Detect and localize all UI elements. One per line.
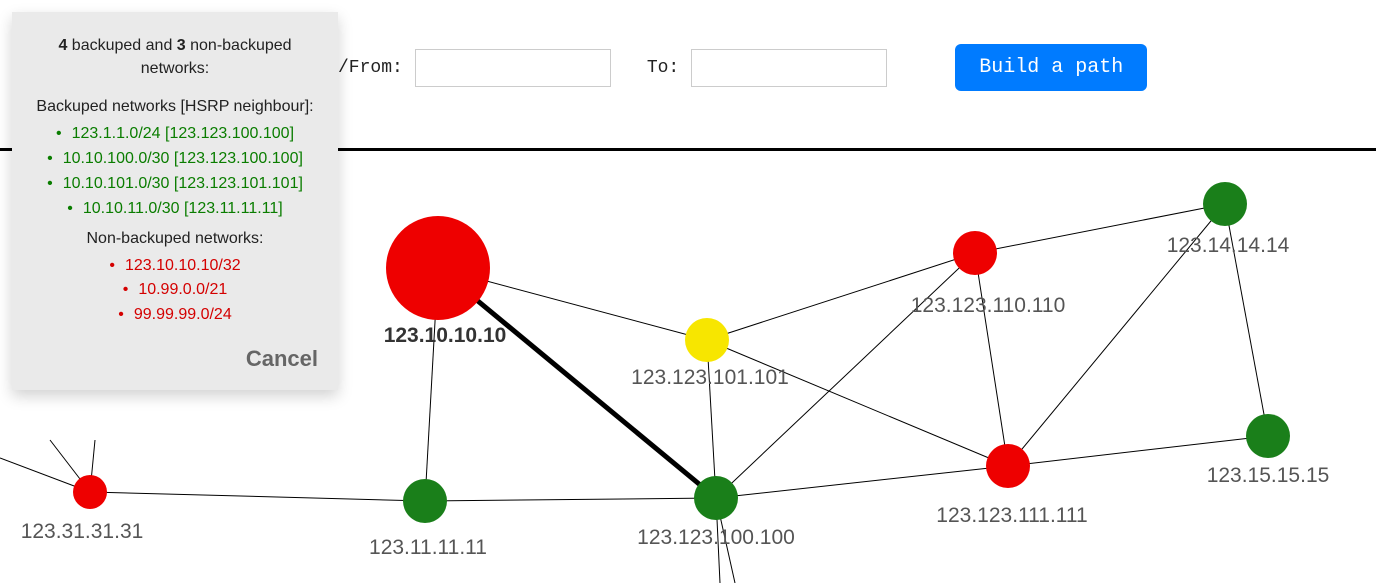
graph-node-label: 123.14.14.14 — [1167, 234, 1290, 258]
build-path-button[interactable]: Build a path — [955, 44, 1147, 91]
graph-node[interactable] — [953, 231, 997, 275]
graph-node[interactable] — [73, 475, 107, 509]
to-label: To: — [647, 58, 679, 78]
graph-node-label: 123.123.111.111 — [936, 504, 1087, 528]
backuped-item: 10.10.100.0/30 [123.123.100.100] — [32, 147, 318, 172]
graph-node[interactable] — [986, 444, 1030, 488]
graph-node[interactable] — [694, 476, 738, 520]
graph-edge — [425, 268, 438, 501]
backuped-item: 10.10.11.0/30 [123.11.11.11] — [32, 197, 318, 222]
graph-edge — [707, 340, 716, 498]
nonbackuped-item: 10.99.0.0/21 — [32, 278, 318, 303]
graph-node-label: 123.11.11.11 — [369, 536, 487, 560]
graph-node-label: 123.31.31.31 — [21, 520, 144, 544]
graph-edge — [1008, 436, 1268, 466]
from-label: /From: — [338, 58, 403, 78]
backuped-item: 10.10.101.0/30 [123.123.101.101] — [32, 172, 318, 197]
graph-node[interactable] — [1203, 182, 1247, 226]
graph-edge — [90, 492, 425, 501]
graph-node-label: 123.15.15.15 — [1207, 464, 1330, 488]
backuped-list: 123.1.1.0/24 [123.123.100.100]10.10.100.… — [32, 122, 318, 221]
graph-node-label: 123.10.10.10 — [384, 324, 507, 348]
popup-summary: 4 backuped and 3 non-backuped networks: — [32, 34, 318, 80]
graph-node[interactable] — [403, 479, 447, 523]
graph-edge — [716, 466, 1008, 498]
to-input[interactable] — [691, 49, 887, 87]
nonbackuped-section-title: Non-backuped networks: — [32, 230, 318, 248]
graph-edge — [90, 440, 95, 492]
graph-node-label: 123.123.101.101 — [631, 366, 789, 390]
graph-node-label: 123.123.100.100 — [637, 526, 795, 550]
graph-node[interactable] — [1246, 414, 1290, 458]
nonbackuped-list: 123.10.10.10/3210.99.0.0/2199.99.99.0/24 — [32, 254, 318, 328]
nonbackuped-count: 3 — [177, 37, 186, 54]
graph-edge — [50, 440, 90, 492]
backuped-section-title: Backuped networks [HSRP neighbour]: — [32, 98, 318, 116]
nonbackuped-item: 99.99.99.0/24 — [32, 303, 318, 328]
network-summary-popup: 4 backuped and 3 non-backuped networks: … — [12, 12, 338, 390]
graph-node-label: 123.123.110.110 — [911, 294, 1066, 318]
graph-edge — [0, 458, 90, 492]
nonbackuped-item: 123.10.10.10/32 — [32, 254, 318, 279]
graph-node[interactable] — [386, 216, 490, 320]
graph-edge — [425, 498, 716, 501]
cancel-button[interactable]: Cancel — [32, 346, 318, 372]
from-input[interactable] — [415, 49, 611, 87]
graph-node[interactable] — [685, 318, 729, 362]
backuped-item: 123.1.1.0/24 [123.123.100.100] — [32, 122, 318, 147]
graph-edge — [707, 340, 1008, 466]
graph-edge — [975, 253, 1008, 466]
